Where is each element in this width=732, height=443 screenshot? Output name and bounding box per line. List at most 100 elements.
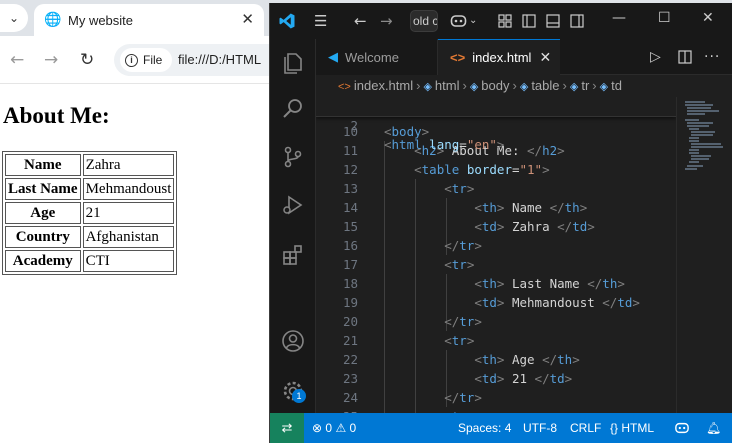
table-data-cell: Afghanistan xyxy=(82,226,175,248)
element-icon: ◈ xyxy=(469,81,479,93)
url-text[interactable]: file:///D:/HTML xyxy=(178,52,261,67)
customize-layout-icon[interactable] xyxy=(498,14,512,28)
table-row: Name Zahra xyxy=(5,154,175,176)
code-text: <table border="1"> xyxy=(414,162,550,177)
code-text: <th> Name </th> xyxy=(474,200,588,215)
code-line: 23 <td> 21 </td> xyxy=(316,369,676,388)
search-icon[interactable] xyxy=(281,97,305,121)
table-header-cell: Country xyxy=(5,226,81,248)
chevron-down-icon[interactable]: ⌄ xyxy=(469,12,477,30)
breadcrumb: <> index.html › ◈ html › ◈ body › ◈ table › ◈ tr › ◈ td xyxy=(316,75,732,97)
table-row: Academy CTI xyxy=(5,250,175,272)
line-number: 14 xyxy=(342,200,358,215)
breadcrumb-item[interactable]: table xyxy=(531,78,559,93)
page-heading: About Me: xyxy=(3,103,110,128)
web-page-content: About Me: Name Zahra Last Name Mehmandoust… xyxy=(0,85,270,443)
chevron-right-icon: › xyxy=(512,78,517,93)
vscode-icon: ◀ xyxy=(328,49,338,64)
language-label: HTML xyxy=(621,421,655,435)
forward-arrow-icon[interactable]: → xyxy=(44,50,58,70)
line-number: 23 xyxy=(342,371,358,386)
line-number: 16 xyxy=(342,238,358,253)
breadcrumb-item[interactable]: body xyxy=(481,78,509,93)
toggle-panel-icon[interactable] xyxy=(546,14,560,28)
line-number: 21 xyxy=(342,333,358,348)
notifications-bell-icon[interactable]: 🔔︎ xyxy=(706,421,721,435)
code-editor[interactable]: 2 <html lang="en"> 10 <body> 11 <h2> About… xyxy=(316,97,676,413)
tab-label: Welcome xyxy=(345,49,399,65)
command-center-search[interactable]: old c xyxy=(410,10,438,32)
close-window-icon[interactable]: ✕ xyxy=(702,10,714,26)
problems-indicator[interactable]: ⊗ 0 ⚠ 0 xyxy=(312,421,356,435)
chevron-down-icon: ⌄ xyxy=(8,11,20,25)
more-actions-icon[interactable]: ··· xyxy=(704,49,720,65)
breadcrumb-item[interactable]: tr xyxy=(581,78,589,93)
close-tab-icon[interactable]: ✕ xyxy=(539,49,551,66)
tab-search-dropdown[interactable]: ⌄ xyxy=(0,4,28,32)
table-header-cell: Academy xyxy=(5,250,81,272)
back-arrow-icon[interactable]: ← xyxy=(10,50,24,70)
encoding-status[interactable]: UTF-8 xyxy=(523,421,557,435)
maximize-icon[interactable]: ☐ xyxy=(658,10,671,26)
line-number: 15 xyxy=(342,219,358,234)
table-data-cell: CTI xyxy=(82,250,175,272)
extensions-icon[interactable] xyxy=(281,243,305,267)
menu-hamburger-icon[interactable]: ☰ xyxy=(314,12,327,30)
braces-icon: {} xyxy=(610,421,619,435)
table-row: Last Name Mehmandoust xyxy=(5,178,175,200)
code-text: <th> Last Name </th> xyxy=(474,276,625,291)
run-icon[interactable]: ▷ xyxy=(650,49,661,65)
code-line: 16 </tr> xyxy=(316,236,676,255)
remote-icon: ⇄ xyxy=(281,420,293,435)
table-row: Country Afghanistan xyxy=(5,226,175,248)
code-text: <th> Age </th> xyxy=(474,352,580,367)
error-count: 0 xyxy=(325,421,333,435)
explorer-files-icon[interactable] xyxy=(281,51,305,75)
code-text: <td> Zahra </td> xyxy=(474,219,595,234)
split-editor-icon[interactable] xyxy=(678,50,692,64)
eol-status[interactable]: CRLF xyxy=(570,421,601,435)
breadcrumb-item[interactable]: td xyxy=(611,78,622,93)
code-text: <tr> xyxy=(444,333,475,348)
copilot-icon[interactable] xyxy=(450,13,467,29)
tab-welcome[interactable]: ◀ Welcome xyxy=(316,39,438,75)
table-data-cell: 21 xyxy=(82,202,175,224)
indentation-status[interactable]: Spaces: 4 xyxy=(458,421,511,435)
minimap[interactable] xyxy=(676,97,732,413)
line-number: 24 xyxy=(342,390,358,405)
breadcrumb-item[interactable]: index.html xyxy=(354,78,413,93)
copilot-status-icon[interactable] xyxy=(674,421,690,435)
code-text: <html lang="en"> xyxy=(384,137,505,152)
code-line: 17 <tr> xyxy=(316,255,676,274)
sticky-scroll-header[interactable]: 2 <html lang="en"> xyxy=(316,97,676,152)
source-control-icon[interactable] xyxy=(281,145,305,169)
code-line: 15 <td> Zahra </td> xyxy=(316,217,676,236)
minimize-icon[interactable]: — xyxy=(612,10,626,26)
browser-tab-my-website[interactable]: 🌐 My website ✕ xyxy=(34,4,264,36)
tab-label: index.html xyxy=(472,50,532,65)
error-icon: ⊗ xyxy=(312,421,323,435)
reload-icon[interactable]: ↻ xyxy=(80,50,94,70)
chevron-right-icon: › xyxy=(416,78,421,93)
breadcrumb-item[interactable]: html xyxy=(435,78,460,93)
toggle-secondary-sidebar-icon[interactable] xyxy=(570,14,584,28)
code-text: <tr> xyxy=(444,257,475,272)
back-arrow-icon[interactable]: ← xyxy=(354,12,367,30)
activity-bar xyxy=(270,39,316,413)
html-file-icon: <> xyxy=(338,81,351,93)
close-tab-icon[interactable]: ✕ xyxy=(241,10,254,28)
table-header-cell: Age xyxy=(5,202,81,224)
language-mode-status[interactable]: {} HTML xyxy=(610,421,654,435)
code-line: 20 </tr> xyxy=(316,312,676,331)
accounts-icon[interactable] xyxy=(281,329,305,353)
vscode-logo-icon xyxy=(279,13,295,29)
site-info-chip[interactable]: i File xyxy=(120,48,172,72)
element-icon: ◈ xyxy=(423,81,432,93)
remote-indicator[interactable]: ⇄ xyxy=(270,413,304,443)
run-debug-icon[interactable] xyxy=(281,193,305,217)
toggle-primary-sidebar-icon[interactable] xyxy=(522,14,536,28)
editor-tabs: ◀ Welcome <> index.html ✕ ▷ ··· xyxy=(316,39,732,75)
tab-index-html[interactable]: <> index.html ✕ xyxy=(438,39,560,75)
forward-arrow-icon[interactable]: → xyxy=(380,12,393,30)
code-text: <td> Mehmandoust </td> xyxy=(474,295,640,310)
